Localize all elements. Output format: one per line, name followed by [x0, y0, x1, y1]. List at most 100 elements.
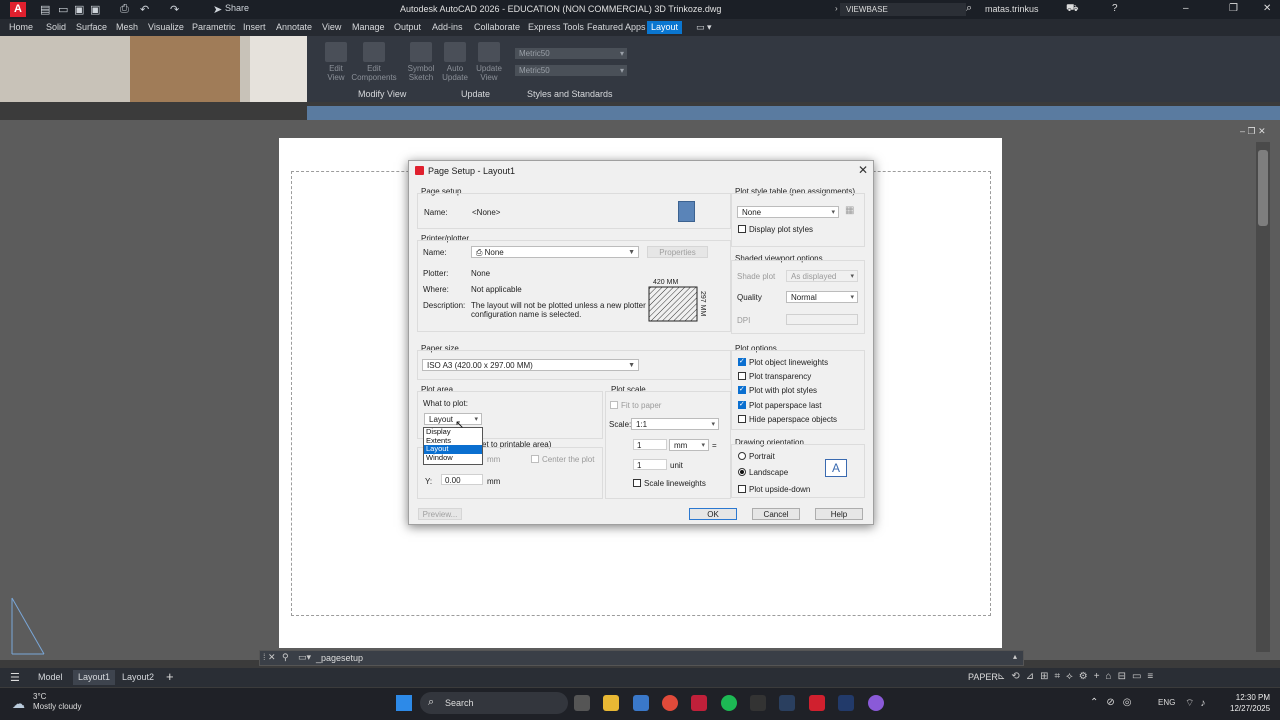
tab-featured-apps[interactable]: Featured Apps — [587, 22, 646, 32]
scale-lineweights-checkbox[interactable] — [633, 479, 641, 487]
close-cmd-icon[interactable]: ✕ — [268, 652, 276, 663]
file-explorer-icon[interactable] — [603, 695, 619, 711]
command-text[interactable]: _pagesetup — [316, 653, 363, 663]
customize-cmd-icon[interactable]: ⚲ — [282, 652, 289, 663]
style-combo-1[interactable]: Metric50 — [515, 48, 627, 59]
tab-annotate[interactable]: Annotate — [276, 22, 312, 32]
plot-with-styles-checkbox[interactable] — [738, 385, 746, 394]
upside-down-checkbox[interactable] — [738, 485, 746, 493]
store-icon[interactable] — [633, 695, 649, 711]
tray-icons[interactable]: ⌃⊘◎ — [1090, 697, 1139, 708]
cancel-button[interactable]: Cancel — [752, 508, 800, 520]
properties-button[interactable]: Properties — [647, 246, 708, 258]
network-volume-icons[interactable]: ⌔♪ — [1185, 697, 1211, 710]
paper-status[interactable]: PAPER — [968, 672, 998, 682]
tab-mesh[interactable]: Mesh — [116, 22, 138, 32]
new-file-icon[interactable]: ▤ — [40, 3, 50, 16]
printer-name-combo[interactable]: ⎙ None ▼ — [471, 246, 639, 258]
tab-layout2[interactable]: Layout2 — [122, 672, 154, 682]
scale-value1-input[interactable]: 1 — [633, 439, 667, 450]
portrait-radio[interactable] — [738, 452, 746, 460]
save-as-icon[interactable]: ▣ — [90, 3, 100, 16]
scale-combo[interactable]: 1:1 ▾ — [631, 418, 719, 430]
app-icon[interactable] — [691, 695, 707, 711]
share-icon[interactable]: ➤ — [213, 3, 222, 16]
update-view-button[interactable]: Update View — [474, 42, 504, 82]
search-input[interactable]: VIEWBASE — [840, 3, 966, 16]
app2-icon[interactable] — [750, 695, 766, 711]
style-combo-2[interactable]: Metric50 — [515, 65, 627, 76]
tab-view[interactable]: View — [322, 22, 341, 32]
print-icon[interactable]: ⎙ — [120, 3, 129, 16]
restore-icon[interactable]: ❐ — [1229, 3, 1238, 14]
display-plot-styles-checkbox[interactable] — [738, 225, 746, 233]
status-tools-icons[interactable]: ⊾⟲⊿⊞⌗⟡⚙+⌂⊟▭≡ — [997, 671, 1159, 682]
what-to-plot-dropdown[interactable]: Display Extents Layout Window — [423, 427, 483, 465]
minimize-icon[interactable]: – — [1183, 3, 1189, 14]
tab-home[interactable]: Home — [9, 22, 33, 32]
edit-components-button[interactable]: Edit Components — [350, 42, 398, 82]
close-window-icon[interactable]: ✕ — [1263, 3, 1271, 14]
what-to-plot-combo[interactable]: Layout ▾ — [424, 413, 482, 425]
share-button[interactable]: Share — [225, 3, 249, 13]
tab-solid[interactable]: Solid — [46, 22, 66, 32]
save-icon[interactable]: ▣ — [74, 3, 84, 16]
edit-view-button[interactable]: Edit View — [322, 42, 350, 82]
tab-visualize[interactable]: Visualize — [148, 22, 184, 32]
chrome-icon[interactable] — [662, 695, 678, 711]
dpi-input[interactable] — [786, 314, 858, 325]
autocad-logo-icon[interactable]: A — [10, 2, 26, 17]
spotify-icon[interactable] — [721, 695, 737, 711]
close-icon[interactable]: ✕ — [858, 163, 868, 177]
landscape-radio[interactable] — [738, 468, 746, 476]
tab-layout[interactable]: Layout — [647, 21, 683, 34]
command-line[interactable]: ⁞ ✕ ⚲ ▭▾ _pagesetup ▴ — [259, 650, 1024, 666]
autocad-taskbar-icon[interactable] — [809, 695, 825, 711]
fit-to-paper-checkbox[interactable] — [610, 401, 618, 409]
language-indicator[interactable]: ENG — [1158, 698, 1175, 707]
ribbon-options-icon[interactable]: ▭ ▾ — [696, 22, 712, 33]
tab-output[interactable]: Output — [394, 22, 421, 32]
option-window[interactable]: Window — [424, 453, 482, 463]
cmd-history-icon[interactable]: ▴ — [1013, 652, 1017, 661]
shade-plot-combo[interactable]: As displayed ▾ — [786, 270, 858, 282]
tab-layout1[interactable]: Layout1 — [73, 670, 116, 685]
weather-widget[interactable]: 3°C Mostly cloudy — [33, 692, 81, 712]
task-view-icon[interactable] — [574, 695, 590, 711]
tab-express-tools[interactable]: Express Tools — [528, 22, 584, 32]
plot-paperspace-last-checkbox[interactable] — [738, 400, 746, 409]
discord-icon[interactable] — [868, 695, 884, 711]
edit-plot-style-icon[interactable]: ▦ — [845, 205, 854, 216]
preview-button[interactable]: Preview... — [418, 508, 462, 520]
tab-surface[interactable]: Surface — [76, 22, 107, 32]
hide-paperspace-checkbox[interactable] — [738, 415, 746, 423]
weather-icon[interactable]: ☁ — [12, 696, 25, 712]
tab-parametric[interactable]: Parametric — [192, 22, 236, 32]
steam-icon[interactable] — [779, 695, 795, 711]
cart-icon[interactable]: ⛟ — [1066, 3, 1079, 16]
tab-insert[interactable]: Insert — [243, 22, 266, 32]
tab-model[interactable]: Model — [38, 672, 63, 682]
clock[interactable]: 12:30 PM 12/27/2025 — [1230, 692, 1270, 714]
scale-value2-input[interactable]: 1 — [633, 459, 667, 470]
tab-manage[interactable]: Manage — [352, 22, 385, 32]
tab-collaborate[interactable]: Collaborate — [474, 22, 520, 32]
menu-icon[interactable]: ☰ — [10, 671, 20, 684]
chevron-right-icon[interactable]: › — [835, 4, 838, 13]
auto-update-button[interactable]: Auto Update — [440, 42, 470, 82]
taskbar-search[interactable]: ⌕ Search — [420, 692, 568, 714]
scale-unit-combo[interactable]: mm ▾ — [669, 439, 709, 451]
scrollbar-thumb[interactable] — [1258, 150, 1268, 226]
autocad-alt-icon[interactable] — [838, 695, 854, 711]
symbol-sketch-button[interactable]: Symbol Sketch — [404, 42, 438, 82]
search-icon[interactable]: ⌕ — [966, 2, 972, 15]
y-offset-input[interactable]: 0.00 — [441, 474, 483, 485]
undo-icon[interactable]: ↶ — [140, 3, 149, 16]
plot-lineweights-checkbox[interactable] — [738, 357, 746, 366]
ok-button[interactable]: OK — [689, 508, 737, 520]
paper-size-combo[interactable]: ISO A3 (420.00 x 297.00 MM) ▼ — [422, 359, 639, 371]
quality-combo[interactable]: Normal ▾ — [786, 291, 858, 303]
help-icon[interactable]: ? — [1112, 3, 1118, 14]
redo-icon[interactable]: ↷ — [170, 3, 179, 16]
user-account[interactable]: matas.trinkus — [985, 4, 1039, 14]
